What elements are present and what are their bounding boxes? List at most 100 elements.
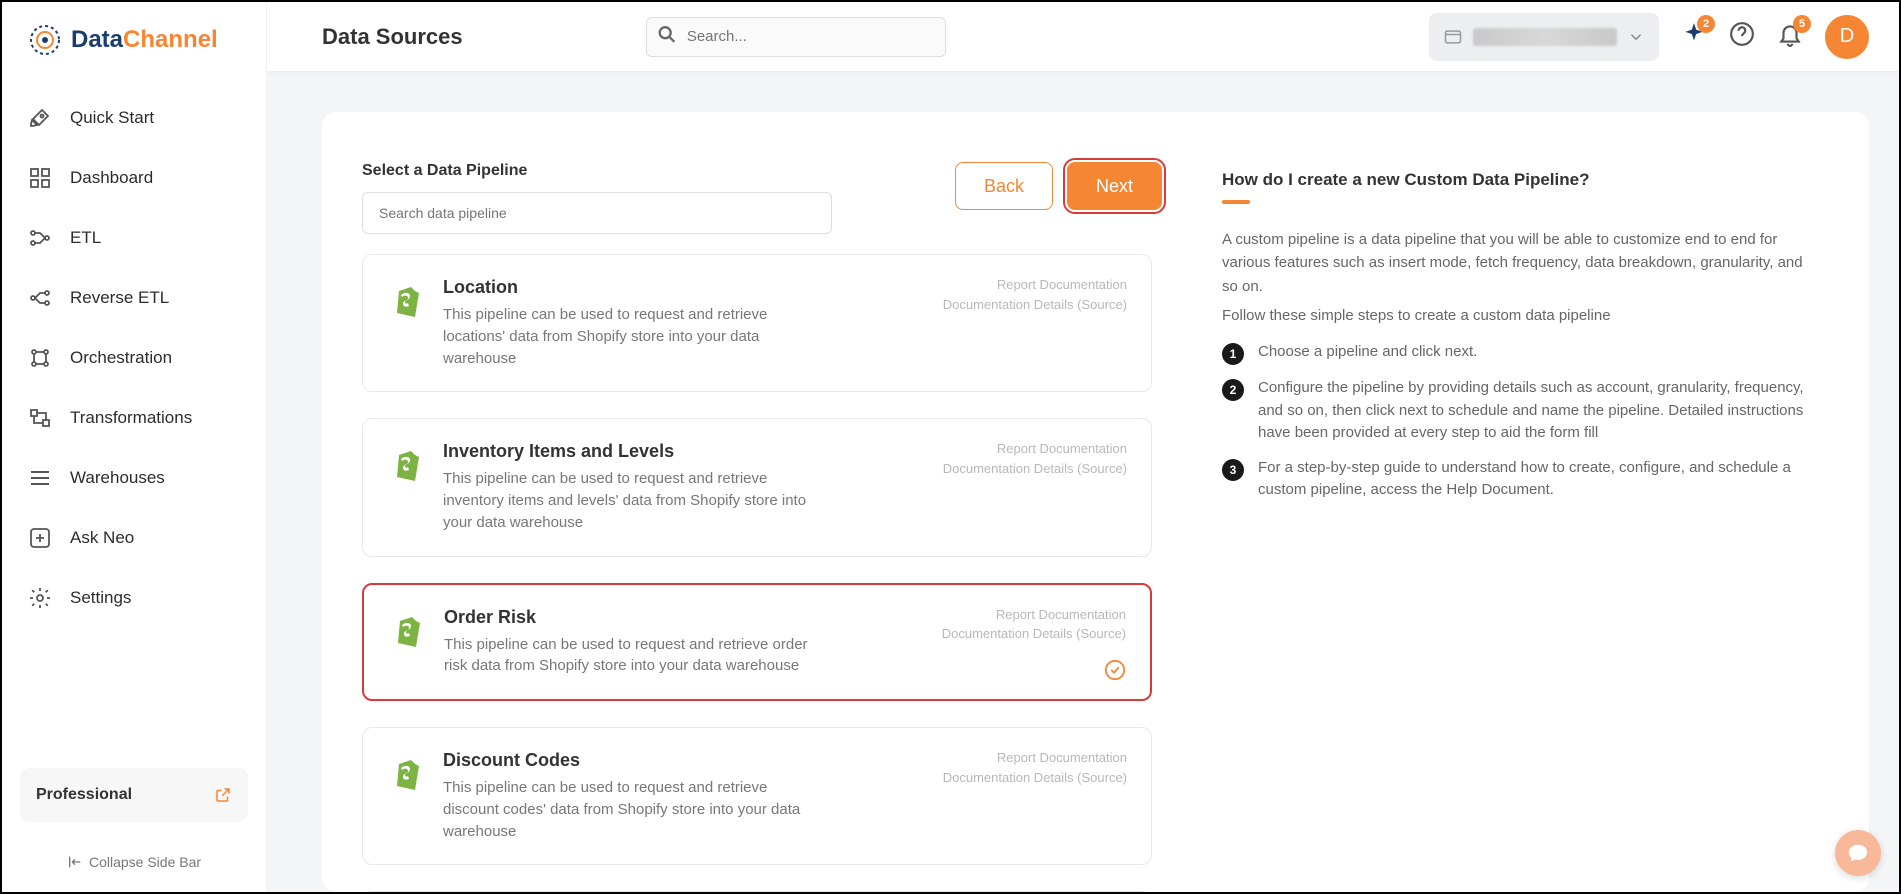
step-number: 3 — [1222, 459, 1244, 481]
step-text: Choose a pipeline and click next. — [1258, 341, 1477, 365]
sidebar: DataChannel Quick Start Dashboard ETL Re… — [2, 2, 267, 892]
gear-icon — [28, 586, 52, 610]
dashboard-icon — [28, 166, 52, 190]
topbar: Data Sources 2 — [267, 2, 1899, 72]
plan-label: Professional — [36, 786, 132, 804]
pipeline-desc: This pipeline can be used to request and… — [443, 777, 823, 842]
sparkle-button[interactable]: 2 — [1681, 21, 1707, 52]
warehouses-icon — [28, 466, 52, 490]
sidebar-item-label: Settings — [70, 588, 131, 608]
pipeline-links: Report Documentation Documentation Detai… — [943, 439, 1127, 478]
sidebar-item-ask-neo[interactable]: Ask Neo — [20, 508, 248, 568]
sidebar-item-label: Reverse ETL — [70, 288, 169, 308]
search-input[interactable] — [646, 17, 946, 57]
help-icon — [1729, 21, 1755, 47]
shopify-icon — [387, 283, 423, 319]
search-icon — [656, 23, 678, 50]
pipeline-card-location[interactable]: Location This pipeline can be used to re… — [362, 254, 1152, 392]
sparkle-badge: 2 — [1697, 15, 1715, 33]
howto-text-1: A custom pipeline is a data pipeline tha… — [1222, 228, 1819, 298]
sidebar-item-reverse-etl[interactable]: Reverse ETL — [20, 268, 248, 328]
plan-box[interactable]: Professional — [20, 768, 248, 822]
logo-text: DataChannel — [71, 26, 218, 54]
link-details[interactable]: Documentation Details (Source) — [943, 768, 1127, 788]
orchestration-icon — [28, 346, 52, 370]
logo[interactable]: DataChannel — [2, 2, 266, 88]
back-button[interactable]: Back — [955, 162, 1053, 210]
sidebar-nav: Quick Start Dashboard ETL Reverse ETL Or… — [2, 88, 266, 768]
global-search — [646, 17, 946, 57]
howto-step: 3 For a step-by-step guide to understand… — [1222, 457, 1819, 502]
chat-icon — [1847, 842, 1869, 864]
pipeline-card-shop[interactable]: Shop Report Documentation — [362, 891, 1152, 892]
etl-icon — [28, 226, 52, 250]
pipeline-search-input[interactable] — [362, 192, 832, 234]
title-underline — [1222, 200, 1250, 204]
bell-badge: 5 — [1793, 15, 1811, 33]
sidebar-item-label: Ask Neo — [70, 528, 134, 548]
link-report[interactable]: Report Documentation — [943, 748, 1127, 768]
howto-step: 2 Configure the pipeline by providing de… — [1222, 377, 1819, 445]
sidebar-item-label: Dashboard — [70, 168, 153, 188]
ask-neo-icon — [28, 526, 52, 550]
sidebar-item-transformations[interactable]: Transformations — [20, 388, 248, 448]
reverse-etl-icon — [28, 286, 52, 310]
pipeline-list: Location This pipeline can be used to re… — [362, 254, 1162, 892]
collapse-icon — [67, 854, 83, 870]
page-title: Data Sources — [322, 24, 463, 50]
external-link-icon — [214, 786, 232, 804]
pipeline-desc: This pipeline can be used to request and… — [444, 634, 824, 678]
howto-text-2: Follow these simple steps to create a cu… — [1222, 304, 1819, 327]
pipeline-card-discount-codes[interactable]: Discount Codes This pipeline can be used… — [362, 727, 1152, 865]
help-button[interactable] — [1729, 21, 1755, 52]
shopify-icon — [387, 756, 423, 792]
pipeline-links: Report Documentation Documentation Detai… — [943, 275, 1127, 314]
pipeline-desc: This pipeline can be used to request and… — [443, 304, 823, 369]
step-number: 2 — [1222, 379, 1244, 401]
collapse-sidebar[interactable]: Collapse Side Bar — [2, 842, 266, 892]
section-title: Select a Data Pipeline — [362, 162, 832, 180]
next-button[interactable]: Next — [1067, 162, 1162, 210]
chat-fab[interactable] — [1835, 830, 1881, 876]
check-circle-icon — [1104, 659, 1126, 681]
pipeline-card-inventory[interactable]: Inventory Items and Levels This pipeline… — [362, 418, 1152, 556]
sidebar-item-settings[interactable]: Settings — [20, 568, 248, 628]
workspace-icon — [1443, 27, 1463, 47]
link-details[interactable]: Documentation Details (Source) — [942, 624, 1126, 644]
link-details[interactable]: Documentation Details (Source) — [943, 295, 1127, 315]
sidebar-item-label: Transformations — [70, 408, 192, 428]
howto-step: 1 Choose a pipeline and click next. — [1222, 341, 1819, 365]
pipeline-card-order-risk[interactable]: Order Risk This pipeline can be used to … — [362, 583, 1152, 702]
sidebar-item-label: Quick Start — [70, 108, 154, 128]
sidebar-item-orchestration[interactable]: Orchestration — [20, 328, 248, 388]
shopify-icon — [387, 447, 423, 483]
sidebar-item-label: ETL — [70, 228, 101, 248]
transformations-icon — [28, 406, 52, 430]
rocket-icon — [28, 106, 52, 130]
pipeline-links: Report Documentation Documentation Detai… — [942, 605, 1126, 644]
step-text: For a step-by-step guide to understand h… — [1258, 457, 1819, 502]
help-panel: How do I create a new Custom Data Pipeli… — [1222, 162, 1819, 892]
step-number: 1 — [1222, 343, 1244, 365]
workspace-selector[interactable] — [1429, 13, 1659, 61]
pipeline-links: Report Documentation Documentation Detai… — [943, 748, 1127, 787]
sidebar-item-label: Orchestration — [70, 348, 172, 368]
pipeline-desc: This pipeline can be used to request and… — [443, 468, 823, 533]
shopify-icon — [388, 613, 424, 649]
sidebar-item-warehouses[interactable]: Warehouses — [20, 448, 248, 508]
sidebar-item-quickstart[interactable]: Quick Start — [20, 88, 248, 148]
link-report[interactable]: Report Documentation — [943, 439, 1127, 459]
link-report[interactable]: Report Documentation — [942, 605, 1126, 625]
logo-icon — [27, 22, 63, 58]
sidebar-item-etl[interactable]: ETL — [20, 208, 248, 268]
avatar[interactable]: D — [1825, 15, 1869, 59]
link-details[interactable]: Documentation Details (Source) — [943, 459, 1127, 479]
notifications-button[interactable]: 5 — [1777, 21, 1803, 52]
chevron-down-icon — [1627, 28, 1645, 46]
link-report[interactable]: Report Documentation — [943, 275, 1127, 295]
sidebar-item-dashboard[interactable]: Dashboard — [20, 148, 248, 208]
step-text: Configure the pipeline by providing deta… — [1258, 377, 1819, 445]
sidebar-item-label: Warehouses — [70, 468, 165, 488]
collapse-label: Collapse Side Bar — [89, 854, 201, 870]
howto-title: How do I create a new Custom Data Pipeli… — [1222, 170, 1819, 190]
